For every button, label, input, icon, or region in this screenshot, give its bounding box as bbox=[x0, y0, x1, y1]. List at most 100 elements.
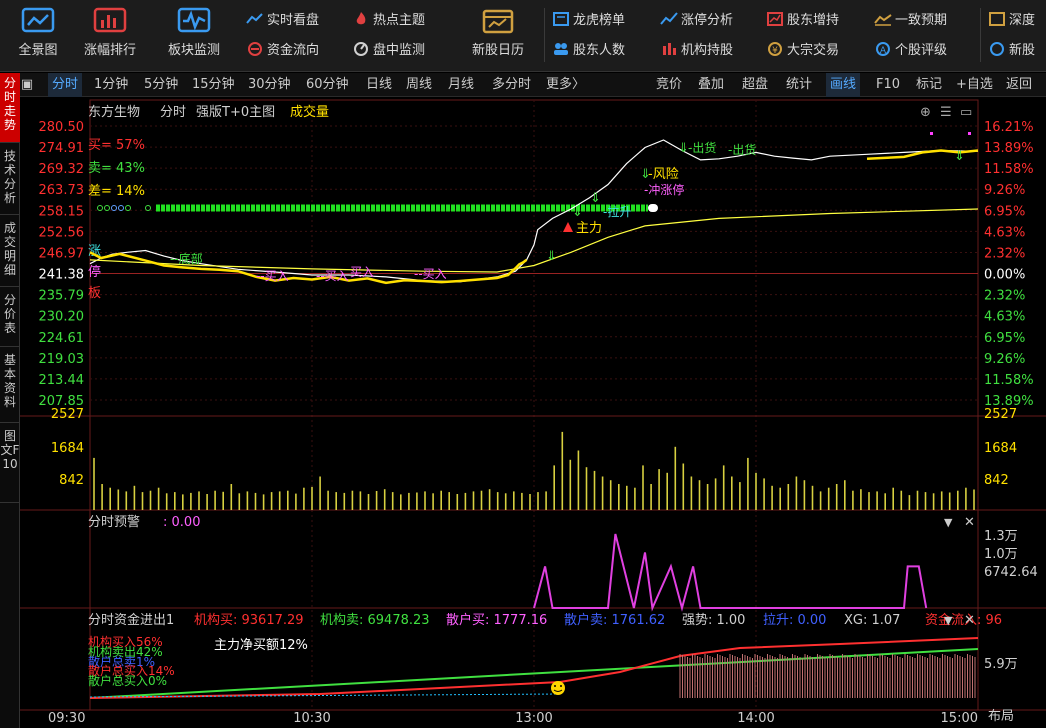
toolbar-rating-button[interactable]: A 个股评级 bbox=[874, 40, 947, 62]
annotation-lift: -拉升 bbox=[603, 204, 631, 219]
period-more[interactable]: 更多〉 bbox=[546, 73, 585, 97]
period-15min[interactable]: 15分钟 bbox=[192, 73, 235, 97]
tool-f10[interactable]: F10 bbox=[876, 73, 900, 97]
intraday-chart[interactable]: 东方生物 分时 强版T+0主图 成交量 ⊕ ☰ ▭ 280.50 274.91 26… bbox=[20, 98, 1046, 728]
svg-text:A: A bbox=[880, 46, 887, 56]
toolbar-panorama-button[interactable]: 全景图 bbox=[6, 6, 70, 66]
period-intraday[interactable]: 分时 bbox=[48, 73, 83, 97]
panel-close-icon[interactable]: ✕ bbox=[964, 515, 975, 530]
price-tick-label: 219.03 bbox=[39, 352, 85, 367]
volume-tick-label: 2527 bbox=[984, 407, 1017, 422]
settings-icon[interactable]: ☰ bbox=[940, 105, 952, 120]
toolbar-new-stock-label: 新股 bbox=[1009, 43, 1036, 58]
layout-button[interactable]: 布局 bbox=[988, 709, 1014, 724]
toolbar-block-trade-button[interactable]: ¥ 大宗交易 bbox=[766, 40, 839, 62]
down-arrow-icon: ⇓ bbox=[678, 141, 689, 156]
indicator-name[interactable]: 成交量 bbox=[290, 104, 329, 120]
tool-statistics[interactable]: 统计 bbox=[786, 73, 812, 97]
toolbar-hot-topic-button[interactable]: 热点主题 bbox=[352, 10, 425, 32]
tool-drawing[interactable]: 画线 bbox=[826, 73, 861, 97]
annotation-buy: --买入 bbox=[256, 269, 289, 283]
stock-name: 东方生物 bbox=[88, 104, 140, 120]
toolbar-rank-button[interactable]: 涨幅排行 bbox=[78, 6, 142, 66]
toolbar-intraday-monitor-label: 盘中监测 bbox=[373, 43, 426, 58]
toolbar-new-stock-button[interactable]: 新股 bbox=[988, 40, 1035, 62]
annotation-risk: -风险 bbox=[648, 167, 679, 182]
fund-dropdown-icon[interactable]: ▼ bbox=[944, 614, 953, 627]
tool-auction[interactable]: 竞价 bbox=[656, 73, 682, 97]
panel-dropdown-icon[interactable]: ▼ bbox=[944, 516, 953, 529]
block-trade-icon: ¥ bbox=[768, 42, 782, 56]
toolbar-block-trade-label: 大宗交易 bbox=[787, 43, 840, 58]
tab-f10-graphic[interactable]: 图文F10 bbox=[0, 423, 20, 503]
fund-panel-title: 分时资金进出1 bbox=[88, 612, 174, 628]
tab-basic-info[interactable]: 基本资料 bbox=[0, 347, 20, 423]
main-formula[interactable]: 强版T+0主图 bbox=[196, 105, 275, 120]
period-30min[interactable]: 30分钟 bbox=[248, 73, 291, 97]
toolbar-realtime-button[interactable]: 实时看盘 bbox=[246, 10, 319, 32]
price-tick-label: 269.32 bbox=[39, 162, 85, 177]
fund-metric: 机构卖: 69478.23 bbox=[320, 613, 430, 628]
price-tick-label: 274.91 bbox=[39, 141, 85, 156]
period-weekly[interactable]: 周线 bbox=[406, 73, 432, 97]
rating-icon: A bbox=[876, 42, 890, 56]
tool-add-watchlist[interactable]: +自选 bbox=[956, 73, 993, 97]
period-monthly[interactable]: 月线 bbox=[448, 73, 474, 97]
down-arrow-icon: ⇓ bbox=[546, 249, 557, 264]
period-multi-intraday[interactable]: 多分时 bbox=[492, 73, 531, 97]
signal-dot bbox=[968, 132, 971, 135]
toolbar-institution-button[interactable]: 机构持股 bbox=[660, 40, 733, 62]
fund-metric: 散户买: 1777.16 bbox=[446, 612, 547, 628]
time-tick-label: 14:00 bbox=[737, 711, 774, 726]
tab-trade-details[interactable]: 成交明细 bbox=[0, 215, 20, 287]
people-icon bbox=[554, 43, 568, 55]
period-daily[interactable]: 日线 bbox=[366, 73, 392, 97]
percent-tick-label: 2.32% bbox=[984, 246, 1025, 261]
down-arrow-icon: ⇓ bbox=[640, 167, 651, 182]
period-60min[interactable]: 60分钟 bbox=[306, 73, 349, 97]
toolbar-ipo-calendar-button[interactable]: 新股日历 bbox=[462, 6, 534, 66]
dragon-icon bbox=[553, 12, 569, 26]
add-panel-icon[interactable]: ⊕ bbox=[920, 105, 931, 120]
price-tick-label: 235.79 bbox=[39, 289, 85, 304]
net-main-force-buy: 主力净买额12% bbox=[214, 638, 308, 653]
tool-overlay[interactable]: 叠加 bbox=[698, 73, 724, 97]
toolbar-fund-flow-button[interactable]: 资金流向 bbox=[246, 40, 319, 62]
toolbar-depth-button[interactable]: 深度 bbox=[988, 10, 1035, 32]
toolbar-consensus-label: 一致预期 bbox=[895, 13, 948, 28]
toolbar-consensus-button[interactable]: 一致预期 bbox=[874, 10, 947, 32]
price-tick-label: 224.61 bbox=[39, 331, 85, 346]
tab-intraday-trend[interactable]: 分时走势 bbox=[0, 73, 20, 143]
toolbar-limit-up-button[interactable]: 涨停分析 bbox=[660, 10, 733, 32]
period-1min[interactable]: 1分钟 bbox=[94, 73, 128, 97]
toolbar-holders-button[interactable]: 股东人数 bbox=[552, 40, 625, 62]
fund-metric: 机构买: 93617.29 bbox=[194, 613, 304, 628]
toolbar-holder-increase-button[interactable]: 股东增持 bbox=[766, 10, 839, 32]
toolbar-dragon-tiger-button[interactable]: 龙虎榜单 bbox=[552, 10, 625, 32]
tab-technical-analysis[interactable]: 技术分析 bbox=[0, 143, 20, 215]
tool-back[interactable]: 返回 bbox=[1006, 73, 1032, 97]
gauge-icon bbox=[354, 42, 368, 56]
toolbar-sector-monitor-button[interactable]: 板块监测 bbox=[162, 6, 226, 66]
tool-super-board[interactable]: 超盘 bbox=[742, 73, 768, 97]
tool-mark[interactable]: 标记 bbox=[916, 73, 942, 97]
alert-panel-title: 分时预警 bbox=[88, 514, 140, 530]
legend-sell: 卖= 43% bbox=[88, 161, 145, 176]
price-tick-label: 280.50 bbox=[39, 120, 85, 135]
annotation-sell: -出货 bbox=[728, 142, 756, 157]
period-5min[interactable]: 5分钟 bbox=[144, 73, 178, 97]
tab-price-table[interactable]: 分价表 bbox=[0, 287, 20, 347]
toolbar-sector-monitor-label: 板块监测 bbox=[167, 43, 220, 58]
fund-close-icon[interactable]: ✕ bbox=[964, 613, 975, 628]
alert-panel-value: : 0.00 bbox=[163, 515, 200, 530]
percent-tick-label: 9.26% bbox=[984, 352, 1025, 367]
smiley-icon bbox=[551, 681, 565, 695]
panel-toggle-icon[interactable]: ▣ bbox=[20, 73, 34, 97]
toolbar-intraday-monitor-button[interactable]: 盘中监测 bbox=[352, 40, 425, 62]
time-tick-label: 13:00 bbox=[515, 711, 552, 726]
toolbar-rank-label: 涨幅排行 bbox=[83, 43, 136, 58]
flame-icon bbox=[356, 12, 366, 25]
minimize-icon[interactable]: ▭ bbox=[960, 105, 972, 120]
fund-metric: XG: 1.07 bbox=[844, 613, 900, 628]
percent-tick-label: 2.32% bbox=[984, 289, 1025, 304]
